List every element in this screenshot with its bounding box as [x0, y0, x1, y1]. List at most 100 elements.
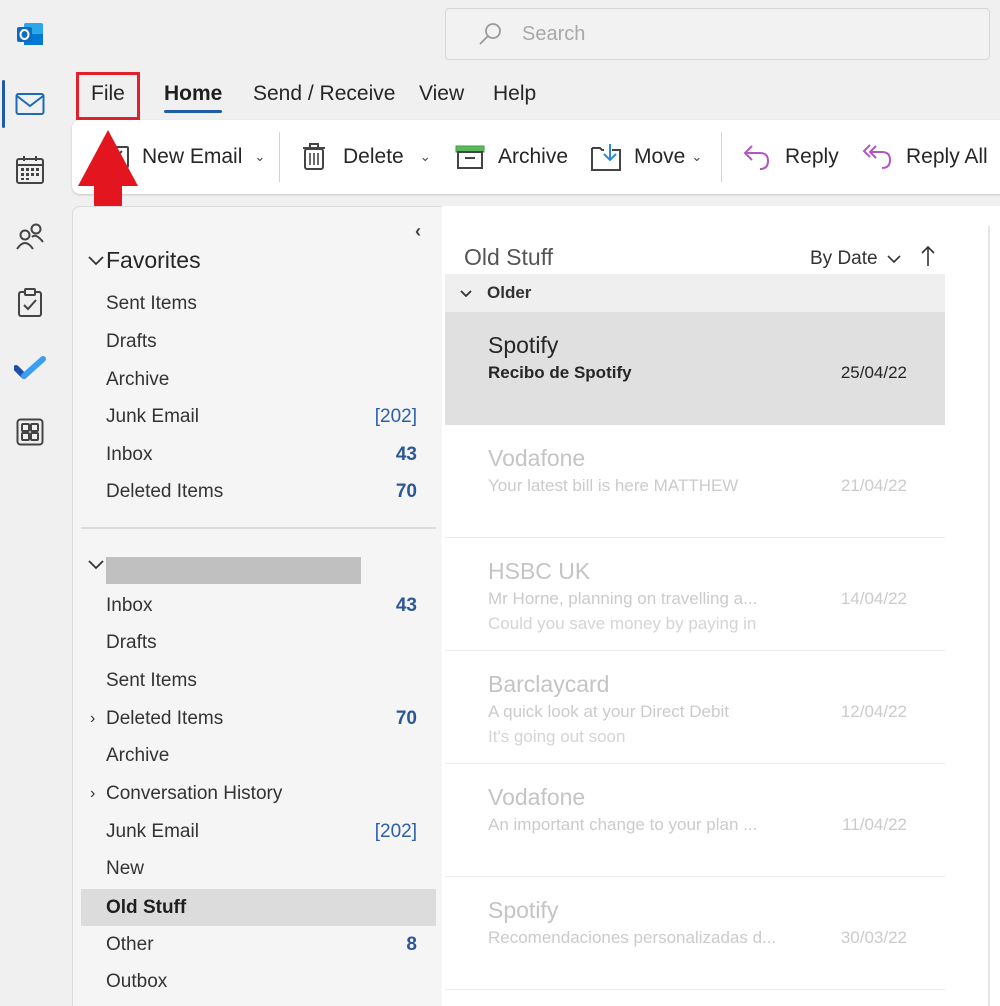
message-item[interactable]: Barclaycard A quick look at your Direct … [445, 651, 945, 764]
sort-direction-up-icon[interactable] [920, 244, 936, 268]
active-tab-underline [164, 110, 222, 113]
folder-label: Inbox [106, 443, 153, 465]
reply-all-label: Reply All [906, 145, 988, 168]
rail-todo-button[interactable] [12, 350, 48, 386]
pane-divider [81, 527, 436, 529]
rail-mail-button[interactable] [12, 86, 48, 122]
favorite-archive[interactable]: Archive [81, 361, 436, 398]
folder-label: Other [106, 933, 154, 955]
reply-button[interactable]: Reply [742, 120, 839, 194]
folder-outbox[interactable]: Outbox [81, 963, 436, 1000]
message-item[interactable]: HSBC UK Mr Horne, planning on travelling… [445, 538, 945, 651]
favorites-header[interactable]: Favorites [87, 247, 201, 274]
folder-label: Deleted Items [106, 707, 224, 729]
scrollbar-track[interactable] [988, 226, 990, 1006]
folder-pane: ‹ Favorites Sent Items Drafts Archive Ju… [72, 206, 442, 1006]
folder-drafts[interactable]: Drafts [81, 624, 436, 661]
folder-other[interactable]: Other 8 [81, 926, 436, 963]
folder-sent-items[interactable]: Sent Items [81, 662, 436, 699]
folder-inbox[interactable]: Inbox 43 [81, 587, 436, 624]
todo-check-icon [14, 356, 46, 379]
message-sender: Spotify [488, 897, 559, 923]
chevron-down-icon[interactable]: ⌄ [420, 149, 431, 165]
folder-label: Sent Items [106, 292, 197, 314]
unread-count: 43 [395, 594, 417, 616]
reply-icon [743, 145, 770, 170]
new-email-label: New Email [142, 145, 243, 168]
chevron-down-icon[interactable] [87, 559, 105, 571]
chevron-right-icon[interactable]: › [90, 785, 95, 803]
tab-home[interactable]: Home [164, 82, 222, 106]
favorite-junk-email[interactable]: Junk Email [202] [81, 398, 436, 435]
message-item[interactable]: Vodafone An important change to your pla… [445, 764, 945, 877]
rail-people-button[interactable] [12, 218, 48, 254]
message-item[interactable]: Spotify Recibo de Spotify 25/04/22 [445, 312, 945, 425]
rail-apps-button[interactable] [12, 414, 48, 450]
chevron-down-icon [460, 289, 472, 297]
chevron-down-icon[interactable]: ⌄ [691, 149, 702, 165]
chevron-down-icon[interactable]: ⌄ [254, 149, 265, 165]
delete-button[interactable]: Delete ⌄ [302, 120, 431, 194]
search-input[interactable] [522, 22, 922, 46]
message-subject: Recomendaciones personalizadas d... [488, 928, 777, 947]
archive-label: Archive [498, 145, 569, 168]
message-subject: An important change to your plan ... [488, 815, 758, 834]
message-item[interactable]: Vodafone Your latest bill is here MATTHE… [445, 425, 945, 538]
folder-label: Archive [106, 368, 170, 390]
sort-by-button[interactable]: By Date [810, 248, 902, 270]
reply-label: Reply [785, 145, 839, 168]
unread-count: 70 [395, 707, 417, 729]
chevron-down-icon [88, 255, 104, 265]
folder-label: Outbox [106, 970, 168, 992]
unread-count: [202] [374, 405, 417, 427]
outlook-logo-icon [17, 23, 43, 45]
folder-old-stuff[interactable]: Old Stuff [81, 889, 436, 926]
favorites-label: Favorites [106, 247, 201, 273]
outlook-logo [12, 16, 48, 52]
folder-archive[interactable]: Archive [81, 737, 436, 774]
folder-new[interactable]: New [81, 850, 436, 887]
collapse-pane-icon[interactable]: ‹ [415, 221, 421, 242]
message-sender: Vodafone [488, 445, 586, 471]
group-header-older[interactable]: Older [445, 274, 945, 312]
message-preview: Could you save money by paying in [488, 614, 757, 633]
ribbon-separator [721, 132, 722, 182]
mail-icon [15, 93, 45, 115]
rail-tasks-button[interactable] [12, 284, 48, 320]
folder-label: Inbox [106, 594, 153, 616]
people-icon [16, 223, 44, 250]
folder-junk-email[interactable]: Junk Email [202] [81, 813, 436, 850]
favorite-inbox[interactable]: Inbox 43 [81, 436, 436, 473]
file-highlight-box [76, 72, 140, 120]
tab-send-receive[interactable]: Send / Receive [253, 82, 395, 106]
account-name-redacted[interactable] [106, 557, 361, 584]
unread-count: 43 [395, 443, 417, 465]
folder-conversation-history[interactable]: › Conversation History [81, 775, 436, 812]
message-subject: Your latest bill is here MATTHEW [488, 476, 739, 495]
tab-view[interactable]: View [419, 82, 464, 106]
message-sender: Spotify [488, 332, 559, 358]
message-date: 12/04/22 [840, 702, 907, 721]
folder-label: Drafts [106, 330, 157, 352]
message-date: 11/04/22 [842, 815, 907, 834]
tab-help[interactable]: Help [493, 82, 536, 106]
folder-label: Junk Email [106, 405, 199, 427]
folder-label: New [106, 857, 145, 879]
message-list-pane: Old Stuff By Date Older Spotify Recibo d… [442, 206, 1000, 1006]
rail-calendar-button[interactable] [12, 152, 48, 188]
search-box[interactable] [445, 8, 990, 60]
message-date: 25/04/22 [840, 363, 907, 382]
move-button[interactable]: Move ⌄ [590, 120, 702, 194]
message-subject: Mr Horne, planning on travelling a... [488, 589, 758, 608]
folder-deleted-items[interactable]: › Deleted Items 70 [81, 700, 436, 737]
chevron-right-icon[interactable]: › [90, 710, 95, 728]
archive-button[interactable]: Archive [455, 120, 568, 194]
message-item[interactable]: Spotify Recomendaciones personalizadas d… [445, 877, 945, 990]
message-date: 14/04/22 [840, 589, 907, 608]
favorite-sent-items[interactable]: Sent Items [81, 285, 436, 322]
favorite-drafts[interactable]: Drafts [81, 323, 436, 360]
favorite-deleted-items[interactable]: Deleted Items 70 [81, 473, 436, 510]
folder-label: Archive [106, 744, 170, 766]
ribbon-separator [279, 132, 280, 182]
reply-all-button[interactable]: Reply All [862, 120, 988, 194]
